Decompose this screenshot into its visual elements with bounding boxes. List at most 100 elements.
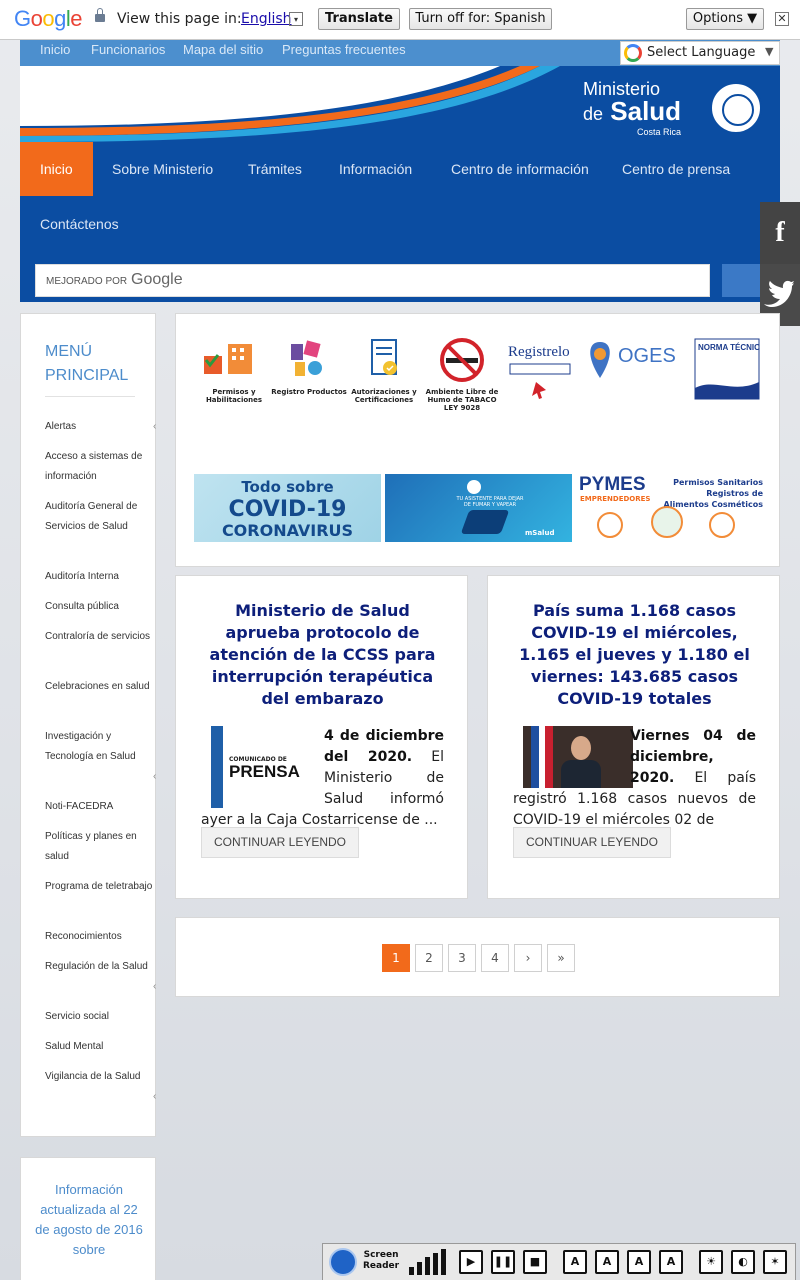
font-style-icon[interactable]: A — [659, 1250, 683, 1274]
continue-reading-button[interactable]: CONTINUAR LEYENDO — [201, 827, 360, 858]
info-widget: Información actualizada al 22 de agosto … — [20, 1157, 156, 1280]
contrast-high-icon[interactable]: ◐ — [731, 1250, 755, 1274]
sidebar-item-vigilancia[interactable]: Vigilancia de la Salud ‹ — [45, 1067, 156, 1102]
sidebar-item-investigacion[interactable]: Investigación y Tecnología en Salud ‹ — [45, 727, 156, 782]
pymes-icon-2 — [651, 506, 683, 538]
utility-link-inicio[interactable]: Inicio — [40, 42, 70, 57]
service-registro-productos[interactable]: Registro Productos — [269, 338, 349, 408]
certificate-icon — [371, 339, 397, 375]
quit-smoking-banner[interactable]: TU ASISTENTE PARA DEJAR DE FUMAR Y VAPEA… — [385, 474, 572, 542]
sidebar-item-auditoria-general[interactable]: Auditoría General de Servicios de Salud — [45, 497, 155, 537]
sidebar-item-label: Celebraciones en salud — [45, 681, 150, 692]
service-caption: Autorizaciones y Certificaciones — [351, 388, 417, 404]
translate-bar: Google View this page in: English ▾ Tran… — [0, 0, 800, 40]
ministry-logo[interactable]: Ministerio de Salud Costa Rica — [583, 80, 681, 137]
invert-colors-icon[interactable]: ✶ — [763, 1250, 787, 1274]
close-icon[interactable]: ✕ — [775, 12, 789, 26]
article-excerpt: Viernes 04 de diciembre, 2020. El país r… — [513, 726, 756, 830]
contrast-low-icon[interactable]: ☀ — [699, 1250, 723, 1274]
sidebar-item-contraloria[interactable]: Contraloría de servicios — [45, 627, 155, 647]
nav-contactenos[interactable]: Contáctenos — [40, 197, 119, 251]
pymes-icon-3 — [709, 512, 735, 538]
sidebar-item-salud-mental[interactable]: Salud Mental — [45, 1037, 155, 1057]
sidebar-item-noti-facedra[interactable]: Noti-FACEDRA — [45, 797, 155, 817]
play-icon[interactable]: ▶ — [459, 1250, 483, 1274]
translate-prompt: View this page in: — [117, 11, 242, 27]
covid-banner[interactable]: Todo sobre COVID-19 CORONAVIRUS — [194, 474, 381, 542]
brand-line3: Costa Rica — [637, 127, 682, 137]
accessibility-icon[interactable] — [329, 1248, 357, 1276]
nav-centro-informacion[interactable]: Centro de información — [451, 142, 589, 196]
target-language-link[interactable]: English — [241, 11, 292, 27]
assistant-icon — [467, 480, 481, 494]
font-decrease-icon[interactable]: A — [563, 1250, 587, 1274]
pause-icon[interactable]: ❚❚ — [491, 1250, 515, 1274]
search-input[interactable]: MEJORADO POR Google — [35, 264, 710, 297]
facebook-button[interactable]: f — [760, 202, 800, 264]
pymes-banner[interactable]: PYMES EMPRENDEDORES Permisos Sanitarios … — [577, 474, 763, 542]
sidebar-item-reconocimientos[interactable]: Reconocimientos — [45, 927, 155, 947]
sidebar-item-label: Consulta pública — [45, 601, 119, 612]
continue-reading-button[interactable]: CONTINUAR LEYENDO — [513, 827, 672, 858]
service-norma-tecnica[interactable]: NORMA TÉCNICA — [694, 338, 766, 408]
menu-title-line2: PRINCIPAL — [45, 367, 129, 384]
sidebar-item-label: Contraloría de servicios — [45, 631, 151, 642]
norma-tecnica-icon: NORMA TÉCNICA — [694, 338, 766, 400]
oges-logo-icon: OGES — [590, 342, 676, 378]
covid-banner-line2: COVID-19 — [228, 497, 347, 522]
service-ambiente-libre[interactable]: Ambiente Libre de Humo de TABACO LEY 902… — [422, 338, 502, 412]
sidebar-item-auditoria-interna[interactable]: Auditoría Interna — [45, 567, 155, 587]
utility-link-mapa[interactable]: Mapa del sitio — [183, 42, 263, 57]
volume-icon[interactable] — [409, 1249, 447, 1275]
google-logo: Google — [14, 6, 83, 31]
options-button[interactable]: Options ▼ — [686, 8, 764, 30]
sidebar-item-politicas[interactable]: Políticas y planes en salud — [45, 827, 155, 867]
covid-banner-line1: Todo sobre — [241, 478, 334, 496]
service-registrelo[interactable]: Registrelo — [500, 338, 580, 408]
select-language-label: Select Language — [647, 45, 756, 60]
article-title[interactable]: Ministerio de Salud aprueba protocolo de… — [196, 600, 449, 710]
sidebar-item-regulacion[interactable]: Regulación de la Salud ‹ — [45, 957, 156, 992]
facebook-icon: f — [775, 217, 785, 248]
service-permisos[interactable]: Permisos y Habilitaciones — [194, 338, 274, 408]
page-2-button[interactable]: 2 — [415, 944, 443, 972]
sidebar-item-label: Programa de teletrabajo — [45, 881, 153, 892]
service-oges[interactable]: OGES — [586, 338, 676, 408]
sidebar-item-celebraciones[interactable]: Celebraciones en salud — [45, 677, 155, 697]
pymes-description: Permisos Sanitarios Registros de Aliment… — [663, 478, 763, 509]
article-title[interactable]: País suma 1.168 casos COVID-19 el miérco… — [508, 600, 761, 710]
select-language-widget[interactable]: Select Language ▼ — [620, 41, 780, 65]
stop-icon[interactable]: ■ — [523, 1250, 547, 1274]
nav-inicio[interactable]: Inicio — [20, 142, 93, 196]
nav-tramites[interactable]: Trámites — [248, 142, 302, 196]
nav-informacion[interactable]: Información — [339, 142, 412, 196]
next-page-button[interactable]: › — [514, 944, 542, 972]
service-autorizaciones[interactable]: Autorizaciones y Certificaciones — [344, 338, 424, 408]
search-brand: Google — [131, 271, 183, 288]
menu-title: MENÚ PRINCIPAL — [45, 340, 128, 388]
sidebar-item-consulta[interactable]: Consulta pública — [45, 597, 155, 617]
utility-link-faq[interactable]: Preguntas frecuentes — [282, 42, 406, 57]
page-3-button[interactable]: 3 — [448, 944, 476, 972]
page-1-button[interactable]: 1 — [382, 944, 410, 972]
sidebar-item-label: Regulación de la Salud — [45, 961, 148, 972]
utility-link-funcionarios[interactable]: Funcionarios — [91, 42, 165, 57]
font-reset-icon[interactable]: A — [627, 1250, 651, 1274]
nav-centro-prensa[interactable]: Centro de prensa — [622, 142, 730, 196]
translate-button[interactable]: Translate — [318, 8, 400, 30]
norma-wordmark: NORMA TÉCNICA — [698, 343, 760, 352]
sidebar-menu: MENÚ PRINCIPAL Alertas ‹ Acceso a sistema… — [20, 313, 156, 1137]
sidebar-item-alertas[interactable]: Alertas ‹ — [45, 417, 156, 437]
last-page-button[interactable]: » — [547, 944, 575, 972]
sidebar-item-servicio-social[interactable]: Servicio social — [45, 1007, 155, 1027]
font-increase-icon[interactable]: A — [595, 1250, 619, 1274]
info-widget-text[interactable]: Información actualizada al 22 de agosto … — [35, 1180, 143, 1260]
msalud-label: mSalud — [525, 529, 555, 537]
language-dropdown-icon[interactable]: ▾ — [289, 12, 303, 26]
page-4-button[interactable]: 4 — [481, 944, 509, 972]
nav-sobre-ministerio[interactable]: Sobre Ministerio — [112, 142, 213, 196]
service-caption: Ambiente Libre de Humo de TABACO LEY 902… — [425, 388, 499, 412]
turn-off-button[interactable]: Turn off for: Spanish — [409, 8, 552, 30]
sidebar-item-teletrabajo[interactable]: Programa de teletrabajo — [45, 877, 155, 897]
sidebar-item-acceso[interactable]: Acceso a sistemas de información — [45, 447, 155, 487]
